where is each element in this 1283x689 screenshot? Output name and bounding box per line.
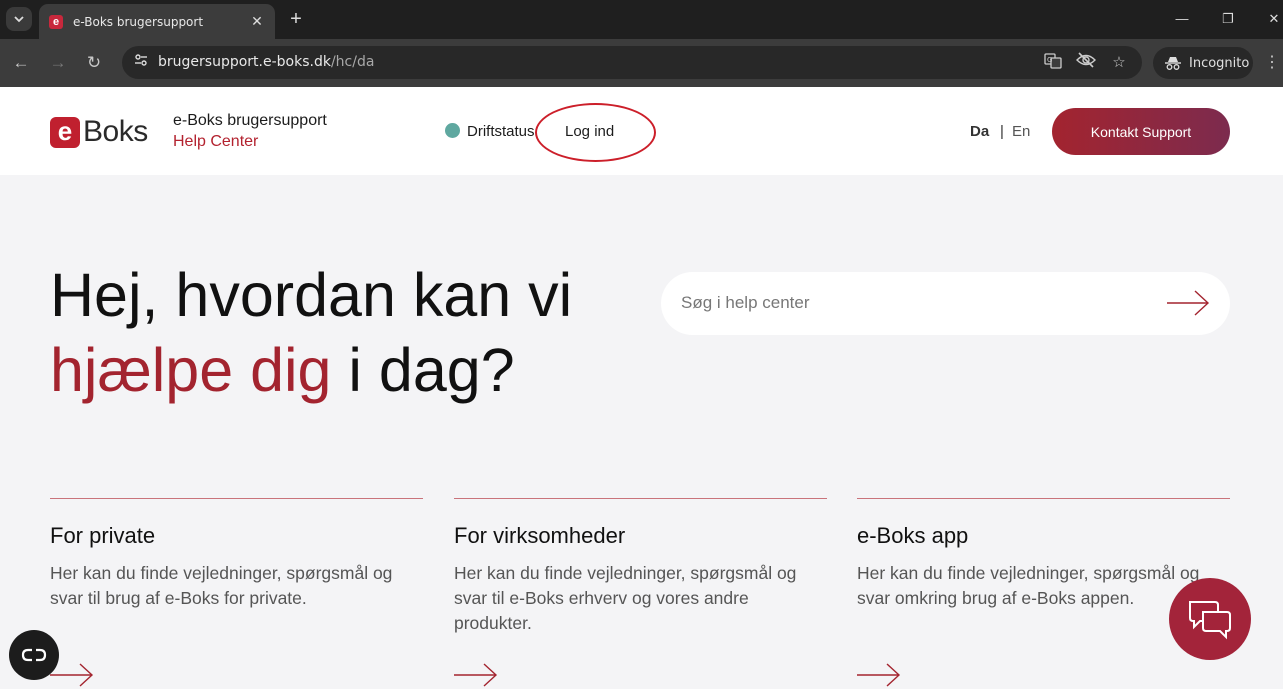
browser-toolbar: ← → ↻ brugersupport.e-boks.dk/hc/da G ☆ … [0,39,1283,87]
back-button[interactable]: ← [9,51,33,75]
arrow-right-icon[interactable] [857,662,901,688]
language-en[interactable]: En [1012,123,1030,140]
site-info-icon[interactable] [130,52,152,74]
card-description: Her kan du finde vejledninger, spørgsmål… [454,563,797,633]
brand-name: e-Boks brugersupport [173,112,327,129]
minimize-button[interactable]: — [1170,8,1194,30]
chevron-down-icon [14,16,24,23]
card-title[interactable]: e-Boks app [857,523,1230,549]
status-indicator-dot [445,123,460,138]
card-title[interactable]: For virksomheder [454,523,827,549]
chat-button[interactable] [1169,578,1251,660]
annotation-circle [535,103,656,162]
hero-heading-rest: i dag? [331,336,515,404]
eye-off-icon[interactable] [1075,52,1097,74]
card-divider [454,498,827,499]
brand-subtitle: Help Center [173,133,259,150]
address-bar[interactable]: brugersupport.e-boks.dk/hc/da G ☆ [122,46,1142,79]
close-window-button[interactable]: ✕ [1262,8,1283,30]
driftstatus-link[interactable]: Driftstatus [467,123,535,140]
tab-search-button[interactable] [6,7,32,31]
incognito-icon [1165,57,1181,70]
search-input[interactable] [681,290,1141,316]
restore-button[interactable]: ❐ [1216,8,1240,30]
language-separator: | [1000,123,1004,140]
card-private[interactable]: For private Her kan du finde vejledninge… [50,498,423,687]
arrow-right-icon[interactable] [50,662,94,688]
card-description: Her kan du finde vejledninger, spørgsmål… [50,563,393,608]
cookie-settings-button[interactable] [9,630,59,680]
hero-heading-line2: hjælpe dig i dag? [50,335,515,405]
card-title[interactable]: For private [50,523,423,549]
incognito-indicator[interactable]: Incognito [1153,47,1253,79]
site-header: e Boks e-Boks brugersupport Help Center … [0,87,1283,175]
star-bookmark-icon[interactable]: ☆ [1108,52,1130,74]
incognito-label: Incognito [1189,55,1250,71]
search-box [661,272,1230,335]
arrow-right-icon[interactable] [454,662,498,688]
reload-button[interactable]: ↻ [82,51,106,75]
eboks-logo[interactable]: e Boks [50,115,148,149]
browser-tabbar: e e-Boks brugersupport ✕ + — ❐ ✕ [0,0,1283,39]
browser-menu-icon[interactable]: ⋮ [1264,51,1280,75]
hero-heading-line1: Hej, hvordan kan vi [50,261,573,329]
language-da[interactable]: Da [970,123,989,140]
close-tab-icon[interactable]: ✕ [249,13,265,29]
contact-support-button[interactable]: Kontakt Support [1052,108,1230,155]
translate-icon[interactable]: G [1042,52,1064,74]
new-tab-button[interactable]: + [285,8,307,30]
browser-tab-active[interactable]: e e-Boks brugersupport ✕ [39,4,275,39]
svg-text:G: G [1047,56,1052,64]
tab-title: e-Boks brugersupport [73,14,204,29]
card-divider [857,498,1230,499]
card-app[interactable]: e-Boks app Her kan du finde vejledninger… [857,498,1230,687]
url-text: brugersupport.e-boks.dk/hc/da [158,54,375,70]
cookie-consent-icon [21,648,47,662]
eboks-favicon-icon: e [49,14,63,29]
logo-e-mark: e [50,116,80,148]
logo-word: Boks [83,115,148,148]
forward-button[interactable]: → [46,51,70,75]
card-divider [50,498,423,499]
card-business[interactable]: For virksomheder Her kan du finde vejled… [454,498,827,687]
chat-bubbles-icon [1189,601,1231,640]
hero-heading-accent: hjælpe dig [50,336,332,404]
arrow-right-icon[interactable] [1165,288,1211,318]
